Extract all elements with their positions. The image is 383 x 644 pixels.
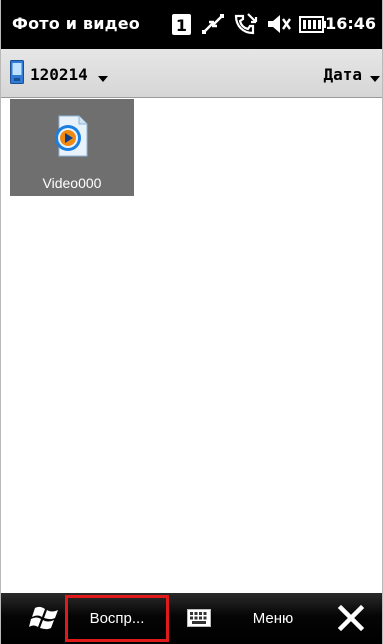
- play-softkey-label: Воспр...: [89, 610, 145, 627]
- chevron-down-icon: [370, 75, 380, 82]
- sim-number: 1: [176, 16, 187, 35]
- menu-softkey[interactable]: Меню: [235, 595, 311, 642]
- folder-dropdown[interactable]: 120214: [10, 60, 108, 88]
- sort-dropdown[interactable]: Дата: [323, 60, 380, 88]
- title-bar: Фото и видео 1 16:46: [1, 0, 382, 49]
- menu-bar: Воспр... Меню: [1, 593, 382, 644]
- folder-label: 120214: [30, 64, 88, 84]
- keyboard-icon[interactable]: [187, 609, 211, 627]
- close-icon[interactable]: [337, 604, 365, 632]
- menu-softkey-label: Меню: [252, 610, 294, 627]
- sort-label: Дата: [323, 64, 362, 84]
- chevron-down-icon: [97, 75, 108, 82]
- data-transfer-icon: [200, 10, 226, 38]
- app-window: Фото и видео 1 16:46 120214 Дата Video00…: [0, 0, 383, 644]
- media-item-video000[interactable]: Video000: [10, 99, 134, 196]
- clock[interactable]: 16:46: [325, 14, 376, 33]
- status-icons[interactable]: 1: [171, 10, 334, 38]
- sim-1-icon: 1: [171, 10, 193, 38]
- missed-call-icon: [233, 10, 259, 38]
- toolbar: 120214 Дата: [1, 49, 382, 98]
- media-player-icon: [51, 114, 91, 158]
- media-item-caption: Video000: [42, 175, 102, 191]
- battery-icon: [299, 10, 327, 38]
- play-softkey[interactable]: Воспр...: [65, 595, 169, 642]
- media-grid: Video000: [1, 98, 382, 593]
- speaker-mute-icon: [266, 10, 292, 38]
- app-title: Фото и видео: [12, 14, 140, 33]
- windows-flag-icon[interactable]: [29, 603, 63, 633]
- device-icon: [10, 60, 24, 88]
